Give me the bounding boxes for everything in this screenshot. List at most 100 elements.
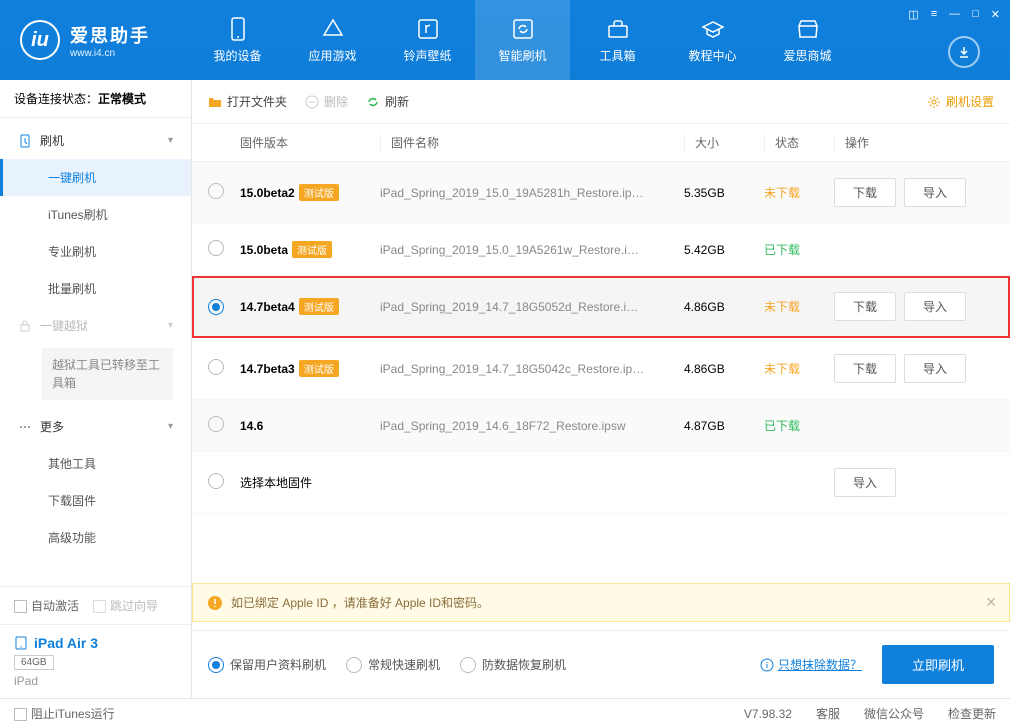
logo-icon: iu xyxy=(20,20,60,60)
update-link[interactable]: 检查更新 xyxy=(948,705,996,722)
app-header: iu 爱思助手 www.i4.cn 我的设备 应用游戏 铃声壁纸 智能刷机 工具… xyxy=(0,0,1010,80)
nav-ringtones[interactable]: 铃声壁纸 xyxy=(380,0,475,80)
sidebar-jailbreak-section: 一键越狱 ▾ xyxy=(0,307,191,344)
warning-icon xyxy=(207,595,223,611)
window-close-icon[interactable]: ✕ xyxy=(991,8,1000,21)
music-icon xyxy=(416,17,440,41)
window-minimize-icon[interactable]: — xyxy=(949,8,960,21)
radio-icon xyxy=(208,657,224,673)
window-maximize-icon[interactable]: □ xyxy=(972,8,979,21)
firmware-row[interactable]: 15.0beta测试版 iPad_Spring_2019_15.0_19A526… xyxy=(192,224,1010,276)
delete-icon xyxy=(305,95,319,109)
radio-icon[interactable] xyxy=(208,473,224,489)
sidebar-jailbreak-note: 越狱工具已转移至工具箱 xyxy=(42,348,173,400)
folder-icon xyxy=(208,95,222,109)
nav-smart-flash[interactable]: 智能刷机 xyxy=(475,0,570,80)
radio-icon[interactable] xyxy=(208,359,224,375)
sidebar-item-batch[interactable]: 批量刷机 xyxy=(0,270,191,307)
firmware-row[interactable]: 14.7beta4测试版 iPad_Spring_2019_14.7_18G50… xyxy=(192,276,1010,338)
firmware-version: 15.0beta xyxy=(240,243,288,257)
sidebar-flash-section[interactable]: 刷机 ▾ xyxy=(0,122,191,159)
flash-option-keep[interactable]: 保留用户资料刷机 xyxy=(208,656,326,673)
firmware-name: iPad_Spring_2019_14.7_18G5042c_Restore.i… xyxy=(380,362,684,376)
nav-tutorials[interactable]: 教程中心 xyxy=(665,0,760,80)
firmware-status: 未下载 xyxy=(764,186,800,200)
more-icon xyxy=(18,420,32,434)
sidebar-item-oneclick[interactable]: 一键刷机 xyxy=(0,159,191,196)
firmware-name: iPad_Spring_2019_14.6_18F72_Restore.ipsw xyxy=(380,419,684,433)
download-button[interactable]: 下载 xyxy=(834,354,896,383)
sidebar-item-advanced[interactable]: 高级功能 xyxy=(0,519,191,556)
flash-option-antirecovery[interactable]: 防数据恢复刷机 xyxy=(460,656,566,673)
gear-icon xyxy=(927,95,941,109)
flash-settings-button[interactable]: 刷机设置 xyxy=(927,93,994,110)
radio-icon xyxy=(346,657,362,673)
chevron-down-icon: ▾ xyxy=(168,135,173,146)
import-button[interactable]: 导入 xyxy=(834,468,896,497)
nav-apps[interactable]: 应用游戏 xyxy=(285,0,380,80)
sidebar-options: 自动激活 跳过向导 xyxy=(0,587,191,624)
col-status: 状态 xyxy=(764,134,834,151)
chevron-down-icon: ▾ xyxy=(168,320,173,331)
refresh-icon xyxy=(511,17,535,41)
device-storage: 64GB xyxy=(14,655,54,670)
sidebar-item-itunes[interactable]: iTunes刷机 xyxy=(0,196,191,233)
radio-icon[interactable] xyxy=(208,299,224,315)
local-firmware-label: 选择本地固件 xyxy=(240,474,684,491)
radio-icon[interactable] xyxy=(208,183,224,199)
firmware-row[interactable]: 14.7beta3测试版 iPad_Spring_2019_14.7_18G50… xyxy=(192,338,1010,400)
nav-store[interactable]: 爱思商城 xyxy=(760,0,855,80)
flash-now-button[interactable]: 立即刷机 xyxy=(882,645,994,684)
skip-guide-checkbox[interactable]: 跳过向导 xyxy=(93,597,158,614)
download-button[interactable]: 下载 xyxy=(834,292,896,321)
local-firmware-row[interactable]: 选择本地固件 导入 xyxy=(192,452,1010,514)
radio-icon[interactable] xyxy=(208,240,224,256)
logo-area: iu 爱思助手 www.i4.cn xyxy=(0,20,190,60)
firmware-size: 4.87GB xyxy=(684,419,764,433)
auto-activate-checkbox[interactable]: 自动激活 xyxy=(14,597,79,614)
sidebar-item-pro[interactable]: 专业刷机 xyxy=(0,233,191,270)
firmware-status: 未下载 xyxy=(764,362,800,376)
sidebar-more-section[interactable]: 更多 ▾ xyxy=(0,408,191,445)
download-button[interactable]: 下载 xyxy=(834,178,896,207)
flash-option-normal[interactable]: 常规快速刷机 xyxy=(346,656,440,673)
wechat-link[interactable]: 微信公众号 xyxy=(864,705,924,722)
radio-icon[interactable] xyxy=(208,416,224,432)
window-menu-icon[interactable]: ≡ xyxy=(931,8,937,21)
notice-bar: 如已绑定 Apple ID ，请准备好 Apple ID和密码。 ✕ xyxy=(192,583,1010,622)
top-nav: 我的设备 应用游戏 铃声壁纸 智能刷机 工具箱 教程中心 爱思商城 xyxy=(190,0,855,80)
import-button[interactable]: 导入 xyxy=(904,178,966,207)
import-button[interactable]: 导入 xyxy=(904,292,966,321)
sidebar-item-download[interactable]: 下载固件 xyxy=(0,482,191,519)
window-theme-icon[interactable]: ◫ xyxy=(908,8,918,21)
firmware-status: 已下载 xyxy=(764,243,800,257)
firmware-name: iPad_Spring_2019_14.7_18G5052d_Restore.i… xyxy=(380,300,684,314)
firmware-row[interactable]: 14.6 iPad_Spring_2019_14.6_18F72_Restore… xyxy=(192,400,1010,452)
firmware-size: 5.42GB xyxy=(684,243,764,257)
logo-text: 爱思助手 www.i4.cn xyxy=(70,22,150,59)
table-header: 固件版本 固件名称 大小 状态 操作 xyxy=(192,124,1010,162)
firmware-name: iPad_Spring_2019_15.0_19A5281h_Restore.i… xyxy=(380,186,684,200)
refresh-button[interactable]: 刷新 xyxy=(366,93,409,110)
footer: 阻止iTunes运行 V7.98.32 客服 微信公众号 检查更新 xyxy=(0,698,1010,728)
nav-my-device[interactable]: 我的设备 xyxy=(190,0,285,80)
lock-icon xyxy=(18,319,32,333)
erase-data-link[interactable]: 只想抹除数据？ xyxy=(760,656,862,673)
close-icon[interactable]: ✕ xyxy=(985,594,997,611)
info-icon xyxy=(760,658,774,672)
beta-badge: 测试版 xyxy=(299,298,339,315)
sidebar-item-other[interactable]: 其他工具 xyxy=(0,445,191,482)
download-progress-icon[interactable] xyxy=(948,36,980,68)
service-link[interactable]: 客服 xyxy=(816,705,840,722)
firmware-row[interactable]: 15.0beta2测试版 iPad_Spring_2019_15.0_19A52… xyxy=(192,162,1010,224)
radio-icon xyxy=(460,657,476,673)
open-folder-button[interactable]: 打开文件夹 xyxy=(208,93,287,110)
phone-icon xyxy=(226,17,250,41)
import-button[interactable]: 导入 xyxy=(904,354,966,383)
device-name: iPad Air 3 xyxy=(14,635,177,651)
nav-toolbox[interactable]: 工具箱 xyxy=(570,0,665,80)
block-itunes-checkbox[interactable]: 阻止iTunes运行 xyxy=(14,705,115,722)
device-type: iPad xyxy=(14,674,177,688)
beta-badge: 测试版 xyxy=(292,241,332,258)
delete-button[interactable]: 删除 xyxy=(305,93,348,110)
